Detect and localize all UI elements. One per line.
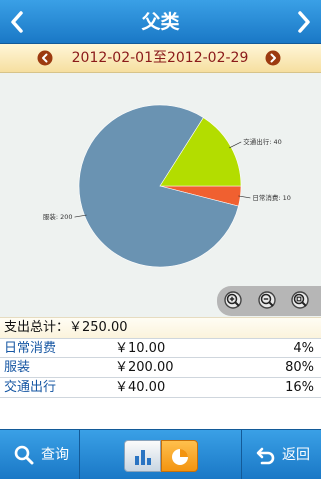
title-bar: 父类 xyxy=(0,0,321,44)
pie-view-button[interactable] xyxy=(161,440,198,472)
search-icon xyxy=(14,445,34,465)
zoom-out-icon[interactable] xyxy=(258,291,278,311)
pie-chart[interactable]: 日常消费: 10 服装: 200 交通出行: 40 xyxy=(0,73,321,317)
page-title: 父类 xyxy=(141,11,180,33)
back-label: 返回 xyxy=(282,447,310,463)
item-amount: ￥40.00 xyxy=(115,380,166,395)
zoom-in-icon[interactable] xyxy=(224,291,244,311)
date-range-label: 2012-02-01至2012-02-29 xyxy=(71,50,249,66)
zoom-reset-icon[interactable] xyxy=(291,291,311,311)
item-name: 日常消费 xyxy=(4,341,57,356)
item-percent: 4% xyxy=(293,341,314,356)
total-expense: 支出总计：￥250.00 xyxy=(0,317,321,338)
pie-label: 交通出行: 40 xyxy=(243,137,282,146)
item-percent: 80% xyxy=(285,360,314,375)
bar-view-button[interactable] xyxy=(124,440,161,472)
category-list: 日常消费 ￥10.00 4% 服装 ￥200.00 80% 交通出行 ￥40.0… xyxy=(0,338,321,398)
query-button[interactable]: 查询 xyxy=(0,430,80,479)
chevron-right-icon[interactable] xyxy=(288,7,318,37)
list-item[interactable]: 交通出行 ￥40.00 16% xyxy=(0,378,321,398)
chart-area: 日常消费: 10 服装: 200 交通出行: 40 xyxy=(0,73,321,317)
back-button[interactable]: 返回 xyxy=(241,430,321,479)
list-item[interactable]: 服装 ￥200.00 80% xyxy=(0,358,321,378)
bar-chart-icon xyxy=(135,450,151,465)
pie-label: 日常消费: 10 xyxy=(252,193,291,202)
item-amount: ￥200.00 xyxy=(115,360,174,375)
date-range-bar: 2012-02-01至2012-02-29 xyxy=(0,44,321,73)
query-label: 查询 xyxy=(41,447,69,463)
pie-leader-line xyxy=(229,141,242,149)
item-percent: 16% xyxy=(285,380,314,395)
item-name: 交通出行 xyxy=(4,380,57,395)
return-icon xyxy=(256,447,275,465)
pie-label: 服装: 200 xyxy=(43,212,73,221)
prev-circle-icon[interactable] xyxy=(37,50,53,66)
bottom-toolbar: 查询 返回 xyxy=(0,429,321,479)
list-item[interactable]: 日常消费 ￥10.00 4% xyxy=(0,338,321,358)
pie-chart-icon xyxy=(172,449,188,465)
item-amount: ￥10.00 xyxy=(115,341,166,356)
next-circle-icon[interactable] xyxy=(265,50,281,66)
view-toggle xyxy=(124,440,198,472)
zoom-controls xyxy=(217,286,321,316)
chevron-left-icon[interactable] xyxy=(3,7,33,37)
item-name: 服装 xyxy=(4,360,31,375)
